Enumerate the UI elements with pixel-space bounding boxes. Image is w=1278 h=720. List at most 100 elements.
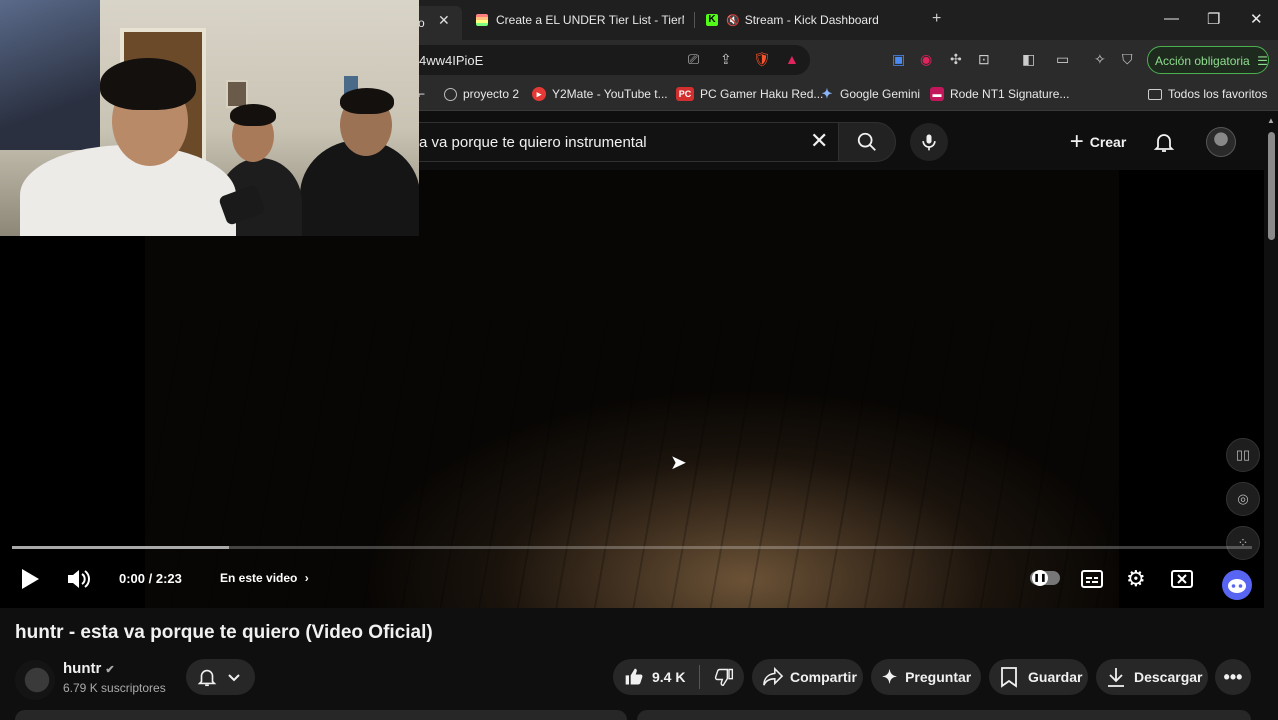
bookmark-icon (1001, 667, 1017, 688)
ask-label: Preguntar (905, 669, 972, 685)
bookmark-proyecto[interactable]: proyecto 2 (444, 87, 519, 101)
like-divider (699, 665, 701, 689)
minimize-icon[interactable]: — (1164, 10, 1179, 27)
more-horizontal-icon: ••• (1223, 666, 1243, 687)
bookmark-all-favorites[interactable]: Todos los favoritos (1148, 87, 1267, 101)
scroll-up-icon[interactable]: ▲ (1267, 116, 1275, 125)
address-bar[interactable]: 4ww4IPioE ⎚ ⇪ 🛡 ▲ (410, 45, 810, 75)
bookmark-y2mate[interactable]: ▸ Y2Mate - YouTube t... (532, 87, 668, 101)
discord-icon (1228, 579, 1246, 593)
channel-avatar[interactable] (15, 660, 55, 700)
download-label: Descargar (1134, 669, 1203, 685)
in-this-video-button[interactable]: En este video › (212, 564, 317, 594)
bookmark-label: PC Gamer Haku Red... (700, 87, 824, 101)
ask-button[interactable]: ✦ Preguntar (871, 659, 981, 695)
webcam-person-left (20, 145, 236, 236)
search-query: a va porque te quiero instrumental (419, 134, 647, 151)
screenshot-icon[interactable]: ⊡ (978, 51, 990, 68)
tab-kick[interactable]: K 🔇 Stream - Kick Dashboard (706, 6, 879, 34)
description-box[interactable] (15, 710, 627, 720)
bookmark-gemini[interactable]: ✦ Google Gemini (820, 86, 921, 102)
autoplay-toggle[interactable]: ❚❚ (1030, 570, 1060, 586)
tiermaker-icon (476, 14, 488, 26)
bookmark-label: Rode NT1 Signature... (950, 87, 1070, 101)
thumbs-down-icon[interactable] (714, 667, 734, 687)
share-label: Compartir (790, 669, 857, 685)
extensions-icon[interactable]: ✣ (950, 51, 962, 68)
time-display: 0:00 / 2:23 (119, 571, 182, 586)
tab-separator (694, 12, 695, 28)
page-scrollbar[interactable]: ▲ (1264, 112, 1278, 720)
bookmark-label: Todos los favoritos (1168, 87, 1268, 101)
accion-obligatoria-button[interactable]: Acción obligatoria ☰ (1147, 46, 1269, 74)
notifications-bell-icon[interactable] (1152, 130, 1176, 154)
leo-ai-icon[interactable]: ✧ (1094, 51, 1106, 68)
share-arrow-icon (763, 667, 784, 686)
close-tab-icon[interactable]: ✕ (438, 12, 450, 29)
webcam-person-left-hair (100, 58, 196, 110)
extension-red-icon[interactable]: ◉ (920, 51, 932, 68)
accion-label: Acción obligatoria (1155, 54, 1250, 68)
create-button[interactable]: + Crear (1060, 124, 1136, 160)
brave-rewards-icon[interactable]: ▲ (785, 51, 799, 67)
mouse-cursor-icon: ➤ (670, 452, 687, 474)
like-dislike-group: 9.4 K (613, 659, 744, 695)
close-window-icon[interactable]: ✕ (1250, 10, 1263, 28)
like-button[interactable]: 9.4 K (624, 667, 685, 687)
brave-shield-icon[interactable]: 🛡 (753, 51, 771, 68)
mute-icon: 🔇 (726, 14, 740, 27)
translate-icon[interactable]: ▣ (892, 51, 905, 68)
webcam-shelf (0, 0, 100, 150)
plus-icon: + (1069, 128, 1084, 155)
verified-icon: ✔ (105, 664, 115, 676)
bookmark-label: proyecto 2 (463, 87, 520, 101)
search-button[interactable] (838, 122, 896, 162)
menu-icon: ☰ (1257, 54, 1268, 68)
vpn-icon[interactable]: ⛉ (1122, 51, 1133, 68)
folder-icon (1148, 88, 1162, 100)
sidebar-icon[interactable]: ◧ (1022, 51, 1035, 68)
search-input[interactable]: a va porque te quiero instrumental (410, 122, 838, 162)
channel-name-link[interactable]: huntr ✔ (63, 660, 115, 677)
volume-icon[interactable] (66, 568, 92, 590)
book-icon[interactable]: ▯▯ (1226, 438, 1260, 472)
wallet-icon[interactable]: ▭ (1056, 51, 1069, 68)
tab-tiermaker-label: Create a EL UNDER Tier List - TierMal (496, 13, 684, 27)
kick-icon: K (706, 14, 718, 26)
subscription-bell-button[interactable] (186, 659, 255, 695)
bookmark-rode[interactable]: ▬ Rode NT1 Signature... (930, 87, 1069, 101)
bookmark-truncated[interactable]: ⌐ (418, 87, 425, 101)
subtitles-icon[interactable] (1081, 570, 1103, 588)
settings-gear-icon[interactable]: ⚙ (1126, 566, 1146, 592)
progress-bar[interactable] (12, 546, 1252, 549)
suggestions-panel[interactable] (637, 710, 1251, 720)
gemini-icon: ✦ (821, 86, 833, 101)
chapter-label: En este video (220, 571, 298, 585)
miniplayer-icon[interactable] (1171, 570, 1193, 588)
download-icon (1108, 668, 1124, 687)
download-button[interactable]: Descargar (1096, 659, 1208, 695)
share-icon[interactable]: ⇪ (720, 51, 732, 68)
video-title: huntr - esta va porque te quiero (Video … (15, 622, 433, 643)
discord-overlay-icon[interactable] (1222, 570, 1252, 600)
clear-search-icon[interactable]: ✕ (810, 130, 828, 152)
target-icon[interactable]: ◎ (1226, 482, 1260, 516)
microphone-icon (922, 134, 936, 151)
scroll-thumb[interactable] (1268, 132, 1275, 240)
tab-active-label: o (418, 16, 425, 30)
apps-icon[interactable]: ⁘ (1226, 526, 1260, 560)
cast-icon[interactable]: ⎚ (688, 51, 699, 68)
tab-tiermaker[interactable]: Create a EL UNDER Tier List - TierMal (476, 6, 684, 34)
play-icon[interactable] (20, 568, 40, 590)
voice-search-button[interactable] (910, 123, 948, 161)
share-button[interactable]: Compartir (752, 659, 863, 695)
new-tab-icon[interactable]: + (932, 10, 941, 28)
save-button[interactable]: Guardar (989, 659, 1088, 695)
bookmark-pcgamer[interactable]: PC PC Gamer Haku Red... (676, 87, 823, 101)
bookmark-label: Y2Mate - YouTube t... (552, 87, 668, 101)
create-label: Crear (1089, 134, 1127, 150)
y2mate-icon: ▸ (532, 87, 546, 101)
more-actions-button[interactable]: ••• (1215, 659, 1251, 695)
account-avatar[interactable] (1206, 127, 1236, 157)
restore-icon[interactable]: ❐ (1207, 10, 1220, 28)
